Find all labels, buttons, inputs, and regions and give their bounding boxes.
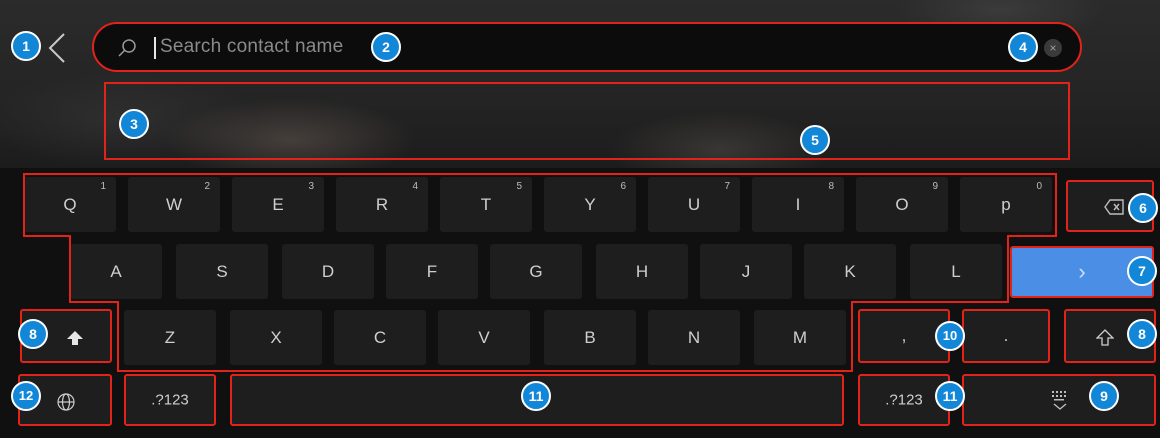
- badge-3: 3: [119, 109, 149, 139]
- badge-2: 2: [371, 32, 401, 62]
- badge-12: 12: [11, 381, 41, 411]
- badge-1: 1: [11, 31, 41, 61]
- badge-5: 5: [800, 125, 830, 155]
- badge-8-left: 8: [18, 319, 48, 349]
- backspace-icon: [1104, 199, 1124, 215]
- search-bar[interactable]: Search contact name ×: [92, 22, 1082, 72]
- back-chevron-icon[interactable]: [46, 32, 70, 64]
- text-cursor: [154, 37, 156, 59]
- badge-11-right: 11: [935, 381, 965, 411]
- keyboard-panel: Q1 W2 E3 R4 T5 Y6 U7 I8 O9 p0 A S D F G …: [0, 168, 1160, 438]
- badge-11-space: 11: [521, 381, 551, 411]
- badge-4: 4: [1008, 32, 1038, 62]
- hide-keyboard-key[interactable]: [962, 374, 1156, 426]
- clear-icon[interactable]: ×: [1044, 39, 1062, 57]
- shift-outline-icon: [1096, 329, 1114, 346]
- globe-icon: [57, 393, 75, 411]
- badge-8-right: 8: [1127, 319, 1157, 349]
- symbols-left-key[interactable]: .?123: [124, 374, 216, 426]
- search-results-area: [104, 82, 1070, 160]
- search-icon: [118, 39, 136, 57]
- keyboard-hide-icon: [1052, 391, 1067, 410]
- search-input[interactable]: Search contact name: [160, 36, 343, 58]
- period-key[interactable]: .: [962, 309, 1050, 363]
- badge-10: 10: [935, 321, 965, 351]
- badge-6: 6: [1128, 193, 1158, 223]
- badge-9: 9: [1089, 381, 1119, 411]
- shift-filled-icon: [67, 331, 83, 345]
- badge-7: 7: [1127, 256, 1157, 286]
